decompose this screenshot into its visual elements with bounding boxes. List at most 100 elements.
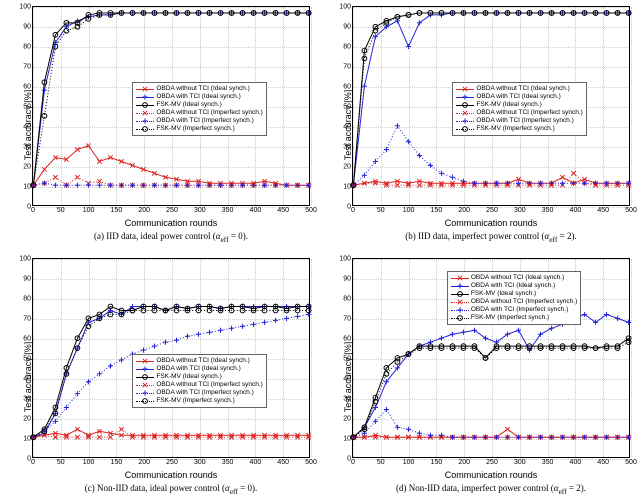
xtick: 200	[458, 459, 470, 466]
xtick: 250	[166, 207, 178, 214]
legend-label: FSK-MV (Imperfect synch.)	[476, 125, 554, 133]
xtick: 150	[111, 459, 123, 466]
legend-item: FSK-MV (Imperfect synch.)	[451, 314, 577, 322]
legend-marker-o-icon	[451, 290, 469, 298]
legend-marker-x-icon	[136, 109, 154, 117]
ytick: 20	[343, 416, 351, 423]
legend-item: OBDA without TCI (Ideal synch.)	[456, 85, 582, 93]
xtick: 0	[31, 207, 35, 214]
legend-label: OBDA without TCI (Ideal synch.)	[156, 357, 249, 365]
legend-marker-plus-icon	[136, 117, 154, 125]
xtick: 500	[625, 459, 637, 466]
xtick: 450	[277, 207, 289, 214]
panel-caption: (d) Non-IID data, imperfect power contro…	[352, 483, 630, 496]
legend-item: FSK-MV (Imperfect synch.)	[456, 125, 582, 133]
ytick: 70	[343, 316, 351, 323]
legend: OBDA without TCI (Ideal synch.)OBDA with…	[452, 82, 586, 136]
legend-marker-plus-icon	[136, 365, 154, 373]
plot-area: 0102030405060708090100050100150200250300…	[352, 6, 630, 206]
xtick: 150	[431, 459, 443, 466]
ytick: 10	[23, 184, 31, 191]
legend-marker-plus-icon	[451, 282, 469, 290]
xtick: 50	[377, 207, 385, 214]
ytick: 30	[23, 396, 31, 403]
legend-item: OBDA without TCI (Ideal synch.)	[451, 274, 577, 282]
x-axis-label: Communication rounds	[32, 470, 310, 480]
legend-label: FSK-MV (Imperfect synch.)	[156, 125, 234, 133]
panel-a: Test accuracy [%]01020304050607080901000…	[0, 0, 320, 252]
xtick: 300	[194, 459, 206, 466]
legend-marker-o-icon	[451, 314, 469, 322]
ytick: 100	[339, 256, 351, 263]
legend: OBDA without TCI (Ideal synch.)OBDA with…	[132, 82, 266, 136]
xtick: 0	[351, 207, 355, 214]
legend-marker-plus-icon	[456, 117, 474, 125]
legend-label: OBDA with TCI (Imperfect synch.)	[476, 117, 573, 125]
legend-marker-x-icon	[451, 274, 469, 282]
ytick: 90	[343, 276, 351, 283]
panel-c: Test accuracy [%]01020304050607080901000…	[0, 252, 320, 504]
legend-label: FSK-MV (Ideal synch.)	[156, 373, 221, 381]
legend-label: OBDA with TCI (Imperfect synch.)	[156, 117, 253, 125]
xtick: 400	[250, 207, 262, 214]
ytick: 20	[23, 164, 31, 171]
legend-marker-plus-icon	[456, 93, 474, 101]
ytick: 40	[23, 124, 31, 131]
legend-label: OBDA with TCI (Ideal synch.)	[156, 93, 240, 101]
ytick: 80	[343, 296, 351, 303]
xtick: 250	[486, 207, 498, 214]
ytick: 50	[23, 104, 31, 111]
legend-item: OBDA without TCI (Ideal synch.)	[136, 85, 262, 93]
xtick: 100	[403, 459, 415, 466]
ytick: 50	[343, 356, 351, 363]
legend-marker-x-icon	[136, 357, 154, 365]
legend-label: FSK-MV (Imperfect synch.)	[156, 397, 234, 405]
legend-marker-o-icon	[456, 101, 474, 109]
legend-label: OBDA with TCI (Ideal synch.)	[476, 93, 560, 101]
legend-marker-x-icon	[456, 109, 474, 117]
ytick: 20	[343, 164, 351, 171]
xtick: 50	[377, 459, 385, 466]
legend-label: OBDA without TCI (Imperfect synch.)	[471, 298, 577, 306]
legend-marker-o-icon	[136, 397, 154, 405]
panel-caption: (c) Non-IID data, ideal power control (α…	[32, 483, 310, 496]
ytick: 80	[23, 44, 31, 51]
legend-item: OBDA with TCI (Ideal synch.)	[136, 93, 262, 101]
x-axis-label: Communication rounds	[32, 218, 310, 228]
legend-marker-o-icon	[136, 373, 154, 381]
ytick: 50	[23, 356, 31, 363]
xtick: 500	[305, 459, 317, 466]
legend-marker-x-icon	[136, 381, 154, 389]
legend-item: OBDA with TCI (Ideal synch.)	[136, 365, 262, 373]
legend-label: OBDA without TCI (Imperfect synch.)	[156, 381, 262, 389]
xtick: 350	[222, 207, 234, 214]
legend-item: OBDA with TCI (Ideal synch.)	[456, 93, 582, 101]
xtick: 450	[277, 459, 289, 466]
figure-grid: Test accuracy [%]01020304050607080901000…	[0, 0, 640, 504]
legend-item: OBDA without TCI (Imperfect synch.)	[136, 381, 262, 389]
legend-item: OBDA without TCI (Ideal synch.)	[136, 357, 262, 365]
xtick: 250	[166, 459, 178, 466]
ytick: 70	[343, 64, 351, 71]
xtick: 100	[83, 207, 95, 214]
xtick: 400	[570, 459, 582, 466]
x-axis-label: Communication rounds	[352, 218, 630, 228]
ytick: 40	[343, 124, 351, 131]
xtick: 200	[138, 459, 150, 466]
xtick: 450	[597, 459, 609, 466]
legend-item: OBDA with TCI (Imperfect synch.)	[136, 389, 262, 397]
legend-label: OBDA without TCI (Imperfect synch.)	[156, 109, 262, 117]
ytick: 30	[343, 396, 351, 403]
ytick: 90	[343, 24, 351, 31]
ytick: 30	[23, 144, 31, 151]
legend-label: OBDA with TCI (Ideal synch.)	[156, 365, 240, 373]
legend: OBDA without TCI (Ideal synch.)OBDA with…	[132, 354, 266, 408]
ytick: 100	[19, 256, 31, 263]
xtick: 500	[625, 207, 637, 214]
xtick: 400	[250, 459, 262, 466]
plot-area: 0102030405060708090100050100150200250300…	[352, 258, 630, 458]
xtick: 150	[431, 207, 443, 214]
xtick: 100	[83, 459, 95, 466]
legend-item: FSK-MV (Ideal synch.)	[136, 373, 262, 381]
xtick: 350	[542, 207, 554, 214]
